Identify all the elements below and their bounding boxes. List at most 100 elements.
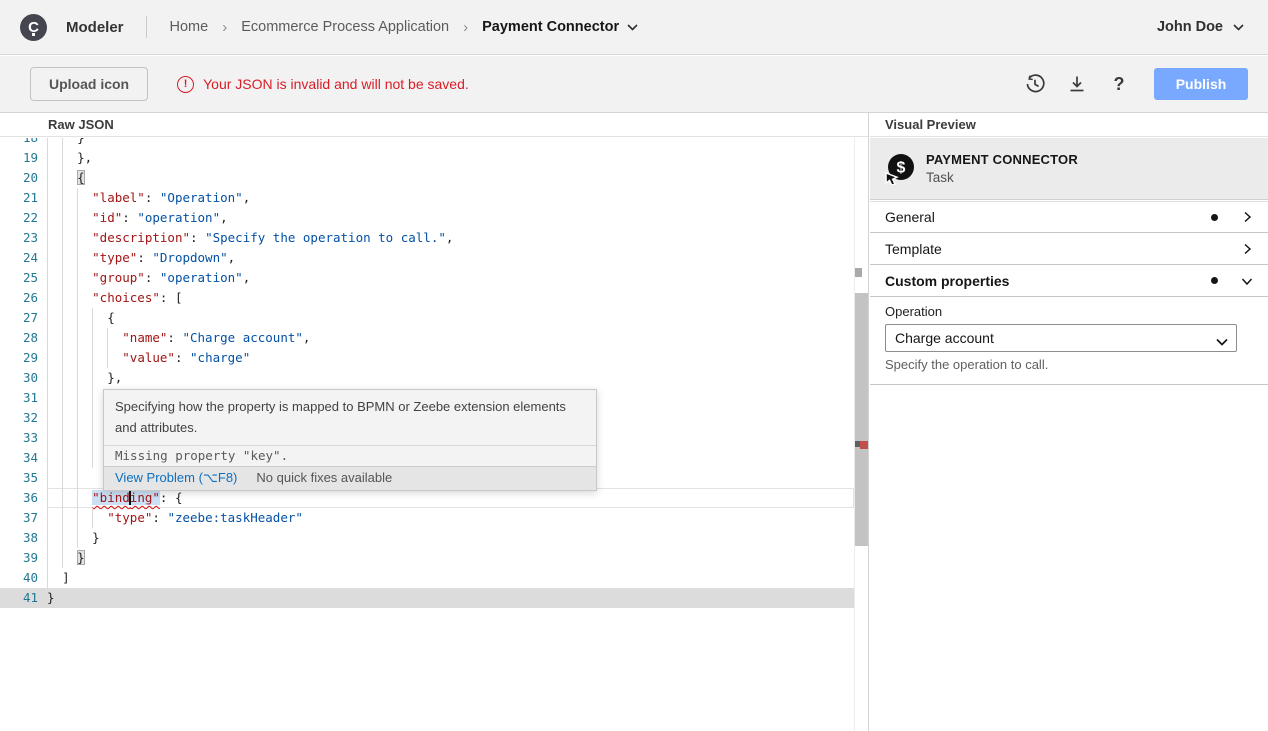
line-number[interactable]: 29 [0,348,38,368]
breadcrumb-home[interactable]: Home [170,19,209,35]
view-problem-link[interactable]: View Problem (⌥F8) [115,470,237,486]
code-text: "id": "operation", [47,208,228,228]
line-number[interactable]: 30 [0,368,38,388]
tooltip-problem-message: Missing property "key". [104,445,596,466]
breadcrumb: Home › Ecommerce Process Application › P… [170,19,639,36]
code-line-29[interactable]: 29 "value": "charge" [0,348,854,368]
breadcrumb-current[interactable]: Payment Connector [482,19,638,35]
line-number[interactable]: 28 [0,328,38,348]
code-token: : { [160,490,183,505]
line-number[interactable]: 22 [0,208,38,228]
line-number[interactable]: 37 [0,508,38,528]
help-icon[interactable]: ? [1106,71,1132,97]
editor-scrollbar[interactable] [855,293,868,546]
line-number[interactable]: 34 [0,448,38,468]
code-token: , [243,270,251,285]
code-line-24[interactable]: 24 "type": "Dropdown", [0,248,854,268]
chevron-down-icon [627,24,638,31]
code-line-25[interactable]: 25 "group": "operation", [0,268,854,288]
code-text: } [47,588,55,608]
chevron-right-icon [1240,242,1254,256]
code-line-21[interactable]: 21 "label": "Operation", [0,188,854,208]
code-line-26[interactable]: 26 "choices": [ [0,288,854,308]
json-code-editor[interactable]: 18 }19 },20 {21 "label": "Operation",22 … [0,138,868,731]
code-line-27[interactable]: 27 { [0,308,854,328]
history-icon[interactable] [1022,71,1048,97]
line-number[interactable]: 31 [0,388,38,408]
code-line-22[interactable]: 22 "id": "operation", [0,208,854,228]
code-line-30[interactable]: 30 }, [0,368,854,388]
code-line-38[interactable]: 38 } [0,528,854,548]
line-number[interactable]: 25 [0,268,38,288]
section-general[interactable]: General [870,201,1268,233]
code-line-28[interactable]: 28 "name": "Charge account", [0,328,854,348]
text-cursor [129,490,131,505]
code-line-36[interactable]: 36 "binding": { [0,488,854,508]
code-token: "zeebe:taskHeader" [167,510,302,525]
user-menu[interactable]: John Doe [1157,19,1244,35]
publish-button[interactable]: Publish [1154,68,1248,100]
code-line-41[interactable]: 41} [0,588,854,608]
code-token: "value" [122,350,175,365]
line-number[interactable]: 38 [0,528,38,548]
app-title: Modeler [66,19,124,36]
line-number[interactable]: 19 [0,148,38,168]
navbar-divider [146,16,147,38]
line-number[interactable]: 40 [0,568,38,588]
raw-json-pane: Raw JSON 18 }19 },20 {21 "label": "Opera… [0,113,869,731]
line-number[interactable]: 24 [0,248,38,268]
code-line-37[interactable]: 37 "type": "zeebe:taskHeader" [0,508,854,528]
code-text: "type": "Dropdown", [47,248,235,268]
line-number[interactable]: 32 [0,408,38,428]
code-token: "Specify the operation to call." [205,230,446,245]
download-icon[interactable] [1064,71,1090,97]
code-token: , [446,230,454,245]
code-line-40[interactable]: 40 ] [0,568,854,588]
code-token: "Dropdown" [152,250,227,265]
code-text: "group": "operation", [47,268,250,288]
modified-dot-icon [1211,277,1218,284]
matched-bracket: { [77,170,85,185]
code-token: "operation" [137,210,220,225]
main-content: Raw JSON 18 }19 },20 {21 "label": "Opera… [0,113,1268,731]
operation-select[interactable]: Charge account [885,324,1237,352]
overview-ruler-decoration [855,268,862,277]
upload-icon-button[interactable]: Upload icon [30,67,148,101]
error-icon: ! [177,76,194,93]
code-token: "label" [92,190,145,205]
section-template[interactable]: Template [870,233,1268,265]
code-token: "group" [92,270,145,285]
line-number[interactable]: 41 [0,588,38,608]
line-number[interactable]: 21 [0,188,38,208]
tooltip-actions: View Problem (⌥F8) No quick fixes availa… [104,466,596,490]
code-text: "label": "Operation", [47,188,250,208]
code-line-23[interactable]: 23 "description": "Specify the operation… [0,228,854,248]
line-number[interactable]: 20 [0,168,38,188]
payment-connector-icon: $ [884,153,916,185]
line-number[interactable]: 36 [0,488,38,508]
code-token: ] [62,570,70,585]
line-number[interactable]: 39 [0,548,38,568]
no-quick-fixes-label: No quick fixes available [256,470,392,486]
line-number[interactable]: 18 [0,138,38,148]
code-token: "type" [92,250,137,265]
line-number[interactable]: 35 [0,468,38,488]
line-number[interactable]: 26 [0,288,38,308]
line-number[interactable]: 27 [0,308,38,328]
code-line-39[interactable]: 39 } [0,548,854,568]
line-number[interactable]: 23 [0,228,38,248]
code-line-20[interactable]: 20 { [0,168,854,188]
error-message: Your JSON is invalid and will not be sav… [203,76,469,92]
chevron-down-icon [1240,274,1254,288]
code-token: : [145,270,160,285]
code-token: : [190,230,205,245]
visual-preview-header: Visual Preview [870,113,1268,137]
connector-header: $ PAYMENT CONNECTOR Task [870,138,1268,200]
code-line-19[interactable]: 19 }, [0,148,854,168]
code-text [47,388,107,408]
code-line-18[interactable]: 18 } [0,138,854,148]
section-custom-properties[interactable]: Custom properties [870,265,1268,297]
code-text: "choices": [ [47,288,182,308]
line-number[interactable]: 33 [0,428,38,448]
breadcrumb-project[interactable]: Ecommerce Process Application [241,19,449,35]
